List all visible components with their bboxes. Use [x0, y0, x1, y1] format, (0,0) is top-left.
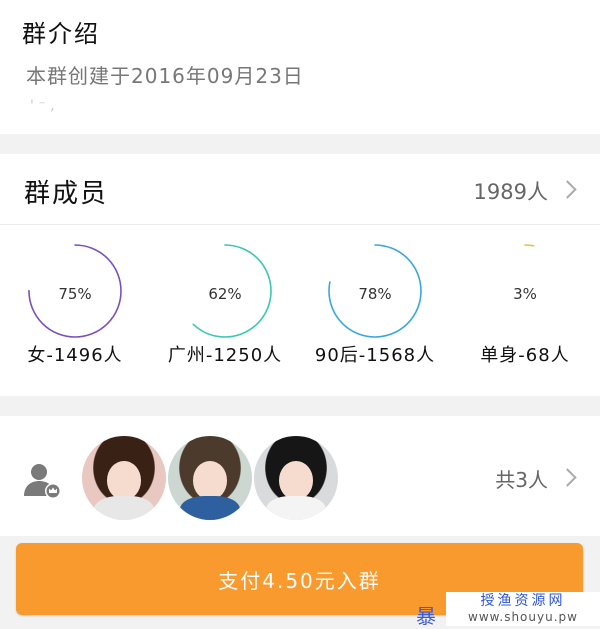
member-avatar[interactable]	[168, 436, 252, 520]
stat-percent: 3%	[513, 285, 537, 303]
stat-label: 单身-68人	[480, 345, 570, 366]
chevron-right-icon	[558, 180, 577, 199]
watermark-left-text: 暴	[416, 604, 436, 628]
avatar-face	[107, 461, 141, 500]
watermark-badge: 授渔资源网 www.shouyu.pw	[446, 592, 600, 626]
group-intro-description: 本群创建于2016年09月23日	[26, 64, 304, 88]
member-avatars-row[interactable]: 共3人	[0, 416, 600, 536]
avatar-body	[93, 496, 155, 520]
watermark-site-url: www.shouyu.pw	[468, 610, 578, 624]
group-members-row[interactable]: 群成员 1989人	[0, 154, 600, 225]
stat-label: 广州-1250人	[167, 345, 283, 366]
member-stats: 75% 女-1496人 62% 广州-1250人 78% 90后-1568人 3…	[0, 225, 600, 396]
group-intro-title: 群介绍	[22, 20, 100, 48]
member-total: 共3人	[495, 468, 548, 492]
group-intro-faint-text: ' ⁻ ,	[30, 98, 55, 114]
avatar-face	[193, 461, 227, 500]
stat-percent: 78%	[358, 285, 392, 303]
avatar-body	[265, 496, 327, 520]
stat-label: 90后-1568人	[314, 345, 436, 366]
stat-percent: 75%	[58, 285, 92, 303]
avatar-face	[279, 461, 313, 500]
member-avatar[interactable]	[82, 436, 166, 520]
stat-percent: 62%	[208, 285, 242, 303]
chevron-right-icon	[558, 468, 577, 487]
user-crown-icon	[24, 464, 61, 499]
group-intro-card: 群介绍 本群创建于2016年09月23日 ' ⁻ ,	[0, 0, 600, 134]
watermark-site-name: 授渔资源网	[480, 593, 566, 609]
group-members-count: 1989人	[473, 180, 548, 204]
group-members-title: 群成员	[24, 179, 109, 209]
avatar-body	[179, 496, 241, 520]
stat-label: 女-1496人	[27, 345, 123, 366]
member-avatar[interactable]	[254, 436, 338, 520]
